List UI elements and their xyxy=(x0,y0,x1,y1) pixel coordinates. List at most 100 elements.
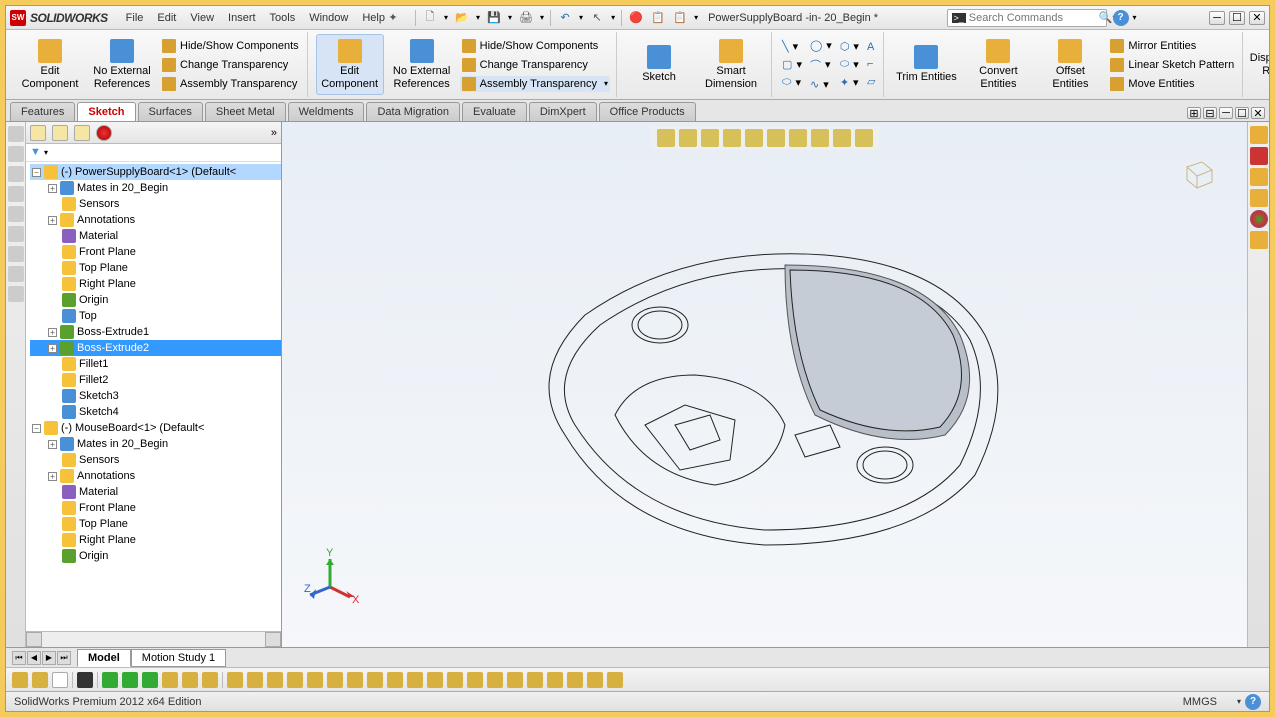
tree-node-root[interactable]: −(-) PowerSupplyBoard<1> (Default< xyxy=(30,164,281,180)
design-library-icon[interactable] xyxy=(1250,168,1268,186)
search-commands[interactable]: >_ 🔍▾ xyxy=(947,9,1107,27)
new-icon[interactable]: 🗋 xyxy=(422,10,438,26)
toolbar-icon[interactable] xyxy=(567,672,583,688)
plane-icon[interactable]: ▱ xyxy=(865,74,877,89)
view-orientation-icon[interactable] xyxy=(745,129,763,147)
rail-btn[interactable] xyxy=(8,146,24,162)
smart-dimension-button[interactable]: Smart Dimension xyxy=(697,35,765,93)
save-icon[interactable]: 💾 xyxy=(486,10,502,26)
section-view-icon[interactable] xyxy=(723,129,741,147)
rail-btn[interactable] xyxy=(8,166,24,182)
inner-close-button[interactable]: ✕ xyxy=(1251,107,1265,119)
toolbar-icon[interactable] xyxy=(307,672,323,688)
toolbar-icon[interactable] xyxy=(487,672,503,688)
tree-item[interactable]: Top Plane xyxy=(30,516,281,532)
tree-node-root[interactable]: −(-) MouseBoard<1> (Default< xyxy=(30,420,281,436)
toolbar-icon[interactable] xyxy=(527,672,543,688)
toolbar-icon[interactable] xyxy=(447,672,463,688)
point-icon[interactable]: ✦ ▾ xyxy=(838,75,861,90)
search-input[interactable] xyxy=(969,12,1099,24)
tab-office-products[interactable]: Office Products xyxy=(599,102,696,121)
expand-icon[interactable]: − xyxy=(32,424,41,433)
convert-entities-button[interactable]: Convert Entities xyxy=(964,35,1032,93)
toolbar-icon[interactable] xyxy=(427,672,443,688)
toolbar-icon[interactable] xyxy=(587,672,603,688)
inner-minimize-button[interactable]: ─ xyxy=(1219,107,1233,119)
custom-props-icon[interactable] xyxy=(1250,231,1268,249)
tab-dimxpert[interactable]: DimXpert xyxy=(529,102,597,121)
tree-item[interactable]: Fillet2 xyxy=(30,372,281,388)
ellipse-icon[interactable]: ⬭ ▾ xyxy=(838,57,861,72)
toolbar-icon[interactable] xyxy=(367,672,383,688)
expand-icon[interactable]: + xyxy=(48,184,57,193)
tree-item[interactable]: Material xyxy=(30,484,281,500)
horizontal-scrollbar[interactable] xyxy=(26,631,281,647)
toolbar-icon[interactable] xyxy=(247,672,263,688)
dropdown-icon[interactable]: ▾ xyxy=(694,13,698,22)
menu-window[interactable]: Window xyxy=(309,12,348,24)
tab-surfaces[interactable]: Surfaces xyxy=(138,102,203,121)
menu-tools[interactable]: Tools xyxy=(270,12,296,24)
tree-item[interactable]: +Annotations xyxy=(30,468,281,484)
linear-sketch-pattern-button[interactable]: Linear Sketch Pattern xyxy=(1108,57,1236,73)
expand-icon[interactable]: + xyxy=(48,328,57,337)
tree-item[interactable]: Fillet1 xyxy=(30,356,281,372)
undo-icon[interactable]: ↶ xyxy=(557,10,573,26)
toolbar-icon[interactable] xyxy=(102,672,118,688)
tree-item[interactable]: Sketch4 xyxy=(30,404,281,420)
sketch-button[interactable]: Sketch xyxy=(625,41,693,87)
line-icon[interactable]: ╲ ▾ xyxy=(780,39,804,54)
configuration-icon[interactable] xyxy=(74,125,90,141)
polygon-icon[interactable]: ⬡ ▾ xyxy=(838,39,861,54)
dropdown-icon[interactable]: ▾ xyxy=(1237,697,1241,706)
panel-overflow-icon[interactable]: » xyxy=(271,127,277,139)
toolbar-icon[interactable] xyxy=(12,672,28,688)
menu-insert[interactable]: Insert xyxy=(228,12,256,24)
options-icon[interactable]: 📋 xyxy=(650,10,666,26)
menu-help[interactable]: Help xyxy=(362,12,385,24)
tree-item[interactable]: +Annotations xyxy=(30,212,281,228)
tree-item[interactable]: Sensors xyxy=(30,196,281,212)
offset-entities-button[interactable]: Offset Entities xyxy=(1036,35,1104,93)
tree-item[interactable]: Front Plane xyxy=(30,244,281,260)
expand-icon[interactable]: + xyxy=(48,472,57,481)
tree-item[interactable]: Origin xyxy=(30,548,281,564)
first-tab-button[interactable]: ⏮ xyxy=(12,651,26,665)
circle-icon[interactable]: ◯ ▾ xyxy=(808,38,834,53)
toolbar-icon[interactable] xyxy=(347,672,363,688)
dropdown-icon[interactable]: ▾ xyxy=(540,13,544,22)
tree-item[interactable]: Top xyxy=(30,308,281,324)
inner-maximize-button[interactable]: ☐ xyxy=(1235,107,1249,119)
tab-features[interactable]: Features xyxy=(10,102,75,121)
tree-item[interactable]: Right Plane xyxy=(30,532,281,548)
tree-item[interactable]: +Mates in 20_Begin xyxy=(30,436,281,452)
home-icon[interactable] xyxy=(1250,126,1268,144)
tab-sheet-metal[interactable]: Sheet Metal xyxy=(205,102,286,121)
toolbar-icon[interactable] xyxy=(202,672,218,688)
toolbar-icon[interactable] xyxy=(547,672,563,688)
bottom-tab-motion-study[interactable]: Motion Study 1 xyxy=(131,649,226,667)
resources-icon[interactable] xyxy=(1250,147,1268,165)
bottom-tab-model[interactable]: Model xyxy=(77,649,131,667)
hide-show-components-button[interactable]: Hide/Show Components xyxy=(160,38,301,54)
inner-tile2-button[interactable]: ⊟ xyxy=(1203,107,1217,119)
rail-btn[interactable] xyxy=(8,226,24,242)
dropdown-icon[interactable]: ▾ xyxy=(1133,13,1137,22)
toolbar-icon[interactable] xyxy=(407,672,423,688)
toolbar-icon[interactable] xyxy=(607,672,623,688)
help-icon[interactable]: ? xyxy=(1113,10,1129,26)
tree-item[interactable]: Front Plane xyxy=(30,500,281,516)
mirror-entities-button[interactable]: Mirror Entities xyxy=(1108,38,1236,54)
view-orientation-cube[interactable] xyxy=(1177,152,1217,192)
status-help-icon[interactable]: ? xyxy=(1245,694,1261,710)
help-star-icon[interactable]: ✦ xyxy=(385,10,401,26)
tree-item[interactable]: +Boss-Extrude2 xyxy=(30,340,281,356)
dropdown-icon[interactable]: ▾ xyxy=(604,79,608,88)
close-button[interactable]: ✕ xyxy=(1249,11,1265,25)
expand-icon[interactable]: + xyxy=(48,216,57,225)
dropdown-icon[interactable]: ▾ xyxy=(611,13,615,22)
tree-item[interactable]: +Boss-Extrude1 xyxy=(30,324,281,340)
trim-entities-button[interactable]: Trim Entities xyxy=(892,41,960,87)
dropdown-icon[interactable]: ▾ xyxy=(508,13,512,22)
toolbar-icon[interactable] xyxy=(267,672,283,688)
